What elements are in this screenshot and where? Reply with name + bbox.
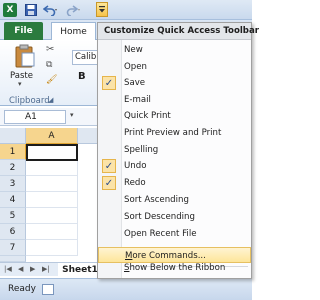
row-header[interactable]: 6 (0, 224, 26, 240)
last-sheet-icon[interactable]: ▶| (42, 265, 50, 273)
title-bar: X (0, 0, 252, 20)
menu-item-label: Spelling (124, 145, 159, 155)
chevron-down-icon[interactable]: ▾ (70, 111, 74, 119)
checkmark-icon: ✓ (102, 159, 116, 173)
grid-cell[interactable] (26, 240, 78, 256)
grid-cell[interactable] (26, 160, 78, 176)
menu-item-sort-descending[interactable]: Sort Descending (98, 209, 251, 225)
tab-home[interactable]: Home (51, 22, 96, 41)
menu-title: Customize Quick Access Toolbar (98, 23, 259, 40)
scissors-icon[interactable]: ✂ (46, 44, 58, 56)
menu-item-open[interactable]: Open (98, 59, 251, 75)
menu-item-label: Show Below the Ribbon (124, 263, 225, 273)
chevron-down-icon[interactable]: ▾ (18, 80, 22, 88)
column-header-a[interactable]: A (26, 128, 78, 144)
name-box[interactable]: A1 (4, 110, 66, 124)
menu-item-label: Open (124, 62, 147, 72)
menu-item-quick-print[interactable]: Quick Print (98, 108, 251, 124)
row-header[interactable]: 2 (0, 160, 26, 176)
grid-cell[interactable] (26, 192, 78, 208)
redo-icon[interactable] (66, 3, 82, 17)
select-all-corner[interactable] (0, 128, 26, 144)
customize-qat-menu: Customize Quick Access Toolbar New Open … (97, 22, 259, 279)
status-bar: Ready (0, 278, 252, 300)
menu-item-show-below-ribbon[interactable]: Show Below the Ribbon (98, 260, 251, 276)
excel-logo-icon[interactable]: X (3, 3, 17, 17)
tab-file[interactable]: File (4, 22, 43, 40)
record-macro-icon[interactable] (42, 284, 54, 295)
menu-item-label: Save (124, 78, 146, 88)
row-header[interactable]: 7 (0, 240, 26, 256)
paintbrush-icon[interactable]: 🖌 (46, 75, 58, 87)
status-text: Ready (8, 284, 36, 294)
tab-sheet1[interactable]: Sheet1 (58, 263, 102, 277)
prev-sheet-icon[interactable]: ◀ (18, 265, 23, 273)
worksheet-grid[interactable]: A 1 2 3 4 5 6 7 (0, 128, 100, 262)
menu-item-label: Undo (124, 161, 147, 171)
menu-item-label: Sort Ascending (124, 195, 189, 205)
menu-item-email[interactable]: E-mail (98, 92, 251, 108)
checkmark-icon: ✓ (102, 76, 116, 90)
menu-item-label: E-mail (124, 95, 151, 105)
grid-cell[interactable] (26, 176, 78, 192)
menu-item-label: Quick Print (124, 111, 171, 121)
menu-item-print-preview[interactable]: Print Preview and Print (98, 125, 251, 141)
menu-item-redo[interactable]: ✓ Redo (98, 175, 251, 191)
menu-item-label: Redo (124, 178, 146, 188)
checkmark-icon: ✓ (102, 176, 116, 190)
bold-button[interactable]: B (78, 71, 86, 82)
row-header[interactable]: 1 (0, 144, 26, 160)
menu-item-spelling[interactable]: Spelling (98, 142, 251, 158)
active-cell-a1[interactable] (26, 144, 78, 161)
clipboard-paste-icon (15, 44, 35, 68)
grid-cell[interactable] (26, 224, 78, 240)
row-header[interactable]: 3 (0, 176, 26, 192)
menu-item-open-recent-file[interactable]: Open Recent File (98, 226, 251, 242)
row-header[interactable]: 4 (0, 192, 26, 208)
menu-item-label: Open Recent File (124, 229, 197, 239)
floppy-disk-icon[interactable] (24, 3, 37, 17)
menu-item-save[interactable]: ✓ Save (98, 75, 251, 91)
menu-item-sort-ascending[interactable]: Sort Ascending (98, 192, 251, 208)
paste-button[interactable]: Paste ▾ (8, 44, 42, 90)
undo-icon[interactable] (43, 3, 59, 17)
menu-item-label: Print Preview and Print (124, 128, 222, 138)
menu-item-label: Sort Descending (124, 212, 195, 222)
dialog-launcher-icon[interactable]: ◢ (48, 96, 53, 104)
menu-item-new[interactable]: New (98, 42, 251, 58)
next-sheet-icon[interactable]: ▶ (30, 265, 35, 273)
first-sheet-icon[interactable]: |◀ (4, 265, 12, 273)
copy-icon[interactable]: ⧉ (46, 60, 58, 72)
clipboard-group-label: Clipboard (9, 96, 50, 106)
menu-item-label: New (124, 45, 143, 55)
menu-item-undo[interactable]: ✓ Undo (98, 158, 251, 174)
label-text: how Below the Ribbon (129, 263, 226, 273)
grid-cell[interactable] (26, 208, 78, 224)
row-header[interactable]: 5 (0, 208, 26, 224)
chevron-down-icon[interactable] (96, 2, 108, 17)
